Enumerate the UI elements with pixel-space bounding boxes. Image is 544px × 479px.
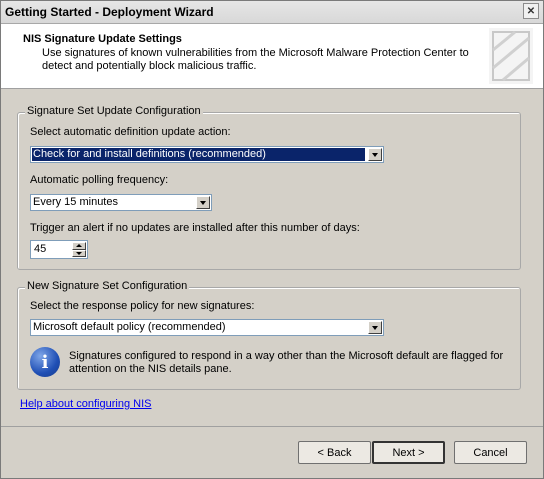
alert-days-value[interactable]: 45: [34, 243, 46, 255]
help-link[interactable]: Help about configuring NIS: [20, 398, 151, 410]
cancel-button[interactable]: Cancel: [454, 441, 527, 464]
chevron-down-icon[interactable]: [368, 148, 382, 161]
info-icon: i: [30, 347, 60, 377]
chevron-down-icon[interactable]: [196, 196, 210, 209]
response-policy-value: Microsoft default policy (recommended): [33, 321, 226, 333]
polling-frequency-label: Automatic polling frequency:: [30, 174, 169, 186]
response-policy-dropdown[interactable]: Microsoft default policy (recommended): [30, 319, 384, 336]
wizard-window: Getting Started - Deployment Wizard ✕ NI…: [0, 0, 544, 479]
next-button[interactable]: Next >: [372, 441, 445, 464]
alert-days-label: Trigger an alert if no updates are insta…: [30, 222, 360, 234]
update-action-dropdown[interactable]: Check for and install definitions (recom…: [30, 146, 384, 163]
new-set-config-legend: New Signature Set Configuration: [25, 280, 190, 292]
polling-frequency-dropdown[interactable]: Every 15 minutes: [30, 194, 212, 211]
close-icon: ✕: [526, 5, 536, 17]
page-title: NIS Signature Update Settings: [23, 33, 182, 45]
alert-days-stepper[interactable]: 45: [30, 240, 88, 259]
update-config-legend: Signature Set Update Configuration: [25, 105, 203, 117]
close-button[interactable]: ✕: [523, 3, 539, 19]
response-policy-label: Select the response policy for new signa…: [30, 300, 255, 312]
polling-frequency-value: Every 15 minutes: [33, 196, 118, 208]
info-message: Signatures configured to respond in a wa…: [69, 350, 504, 375]
update-action-label: Select automatic definition update actio…: [30, 126, 231, 138]
wizard-header: NIS Signature Update Settings Use signat…: [1, 24, 543, 89]
page-description: Use signatures of known vulnerabilities …: [42, 47, 469, 72]
title-bar: Getting Started - Deployment Wizard ✕: [1, 1, 543, 24]
chevron-down-icon[interactable]: [368, 321, 382, 334]
update-action-value: Check for and install definitions (recom…: [32, 148, 365, 161]
wizard-banner-graphic: [489, 28, 533, 84]
spin-up-icon[interactable]: [72, 242, 86, 250]
window-title: Getting Started - Deployment Wizard: [5, 5, 214, 19]
spin-down-icon[interactable]: [72, 249, 86, 257]
info-icon-glyph: i: [41, 351, 49, 373]
footer-divider: [1, 426, 543, 427]
back-button[interactable]: < Back: [298, 441, 371, 464]
